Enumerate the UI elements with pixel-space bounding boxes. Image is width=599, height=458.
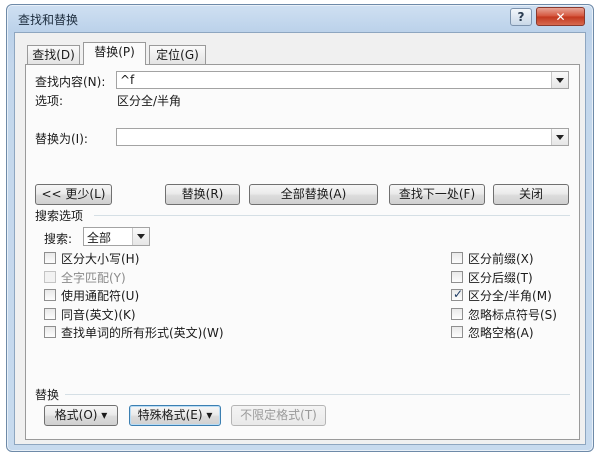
checkbox-label: 区分全/半角(M) <box>468 289 552 303</box>
checkbox-label: 使用通配符(U) <box>61 289 140 303</box>
right-options-column: 区分前缀(X) 区分后缀(T) 区分全/半角(M) 忽略标点符号(S) 忽略空格(A) <box>451 250 576 340</box>
search-options-heading: 搜索选项 <box>35 209 84 223</box>
replace-all-button[interactable]: 全部替换(A) <box>249 184 378 205</box>
tab-goto[interactable]: 定位(G) <box>149 45 206 65</box>
options-label: 选项: <box>35 94 64 108</box>
checkbox-label: 同音(英文)(K) <box>61 307 136 322</box>
checkbox-label: 忽略标点符号(S) <box>468 307 557 322</box>
checkbox[interactable] <box>44 307 56 320</box>
checkbox-label: 忽略空格(A) <box>468 326 534 340</box>
checkbox-label: 查找单词的所有形式(英文)(W) <box>61 326 224 340</box>
checkbox[interactable] <box>451 326 463 338</box>
less-button[interactable]: << 更少(L) <box>35 184 112 205</box>
find-label: 查找内容(N): <box>35 75 106 89</box>
checkbox[interactable] <box>451 287 463 301</box>
format-button[interactable]: 格式(O) ▾ <box>44 405 118 426</box>
checkbox[interactable] <box>44 270 56 283</box>
checkbox[interactable] <box>451 270 463 283</box>
find-input-value: ^f <box>120 73 135 87</box>
checkbox-label: 区分前缀(X) <box>468 252 534 266</box>
checkbox[interactable] <box>451 307 463 320</box>
search-direction-select[interactable]: 全部 <box>83 227 150 246</box>
checkbox[interactable] <box>44 252 56 264</box>
find-dropdown-arrow-icon[interactable] <box>551 72 568 88</box>
replace-dropdown-arrow-icon[interactable] <box>551 129 568 145</box>
help-button[interactable]: ? <box>510 8 532 26</box>
find-next-button[interactable]: 查找下一处(F) <box>389 184 485 205</box>
tab-replace[interactable]: 替换(P) <box>83 42 146 65</box>
checkbox[interactable] <box>44 326 56 338</box>
close-window-button[interactable]: ✕ <box>536 7 585 26</box>
replace-section-heading: 替换 <box>35 388 60 402</box>
left-options-column: 区分大小写(H) 全字匹配(Y) 使用通配符(U) 同音(英文)(K) 查找单词的所有形… <box>44 250 294 340</box>
checkbox[interactable] <box>44 289 56 301</box>
options-value: 区分全/半角 <box>117 94 182 108</box>
close-button[interactable]: 关闭 <box>493 184 569 205</box>
checkbox-label: 全字匹配(Y) <box>61 270 126 285</box>
replace-section-divider <box>65 394 570 395</box>
find-input[interactable]: ^f <box>116 71 569 89</box>
search-direction-arrow-icon[interactable] <box>132 228 149 245</box>
checkbox-label: 区分后缀(T) <box>468 270 533 285</box>
checkbox[interactable] <box>451 252 463 264</box>
search-options-divider <box>94 215 570 216</box>
no-formatting-button[interactable]: 不限定格式(T) <box>231 405 326 426</box>
special-format-button[interactable]: 特殊格式(E) ▾ <box>129 405 221 426</box>
replace-button[interactable]: 替换(R) <box>165 184 240 205</box>
checkbox-label: 区分大小写(H) <box>61 252 140 266</box>
search-direction-label: 搜索: <box>44 232 73 246</box>
replace-input[interactable] <box>116 128 569 146</box>
search-direction-value: 全部 <box>87 231 112 245</box>
tab-find[interactable]: 查找(D) <box>27 45 80 65</box>
replace-label: 替换为(I): <box>35 132 88 146</box>
dialog-title: 查找和替换 <box>18 13 79 27</box>
